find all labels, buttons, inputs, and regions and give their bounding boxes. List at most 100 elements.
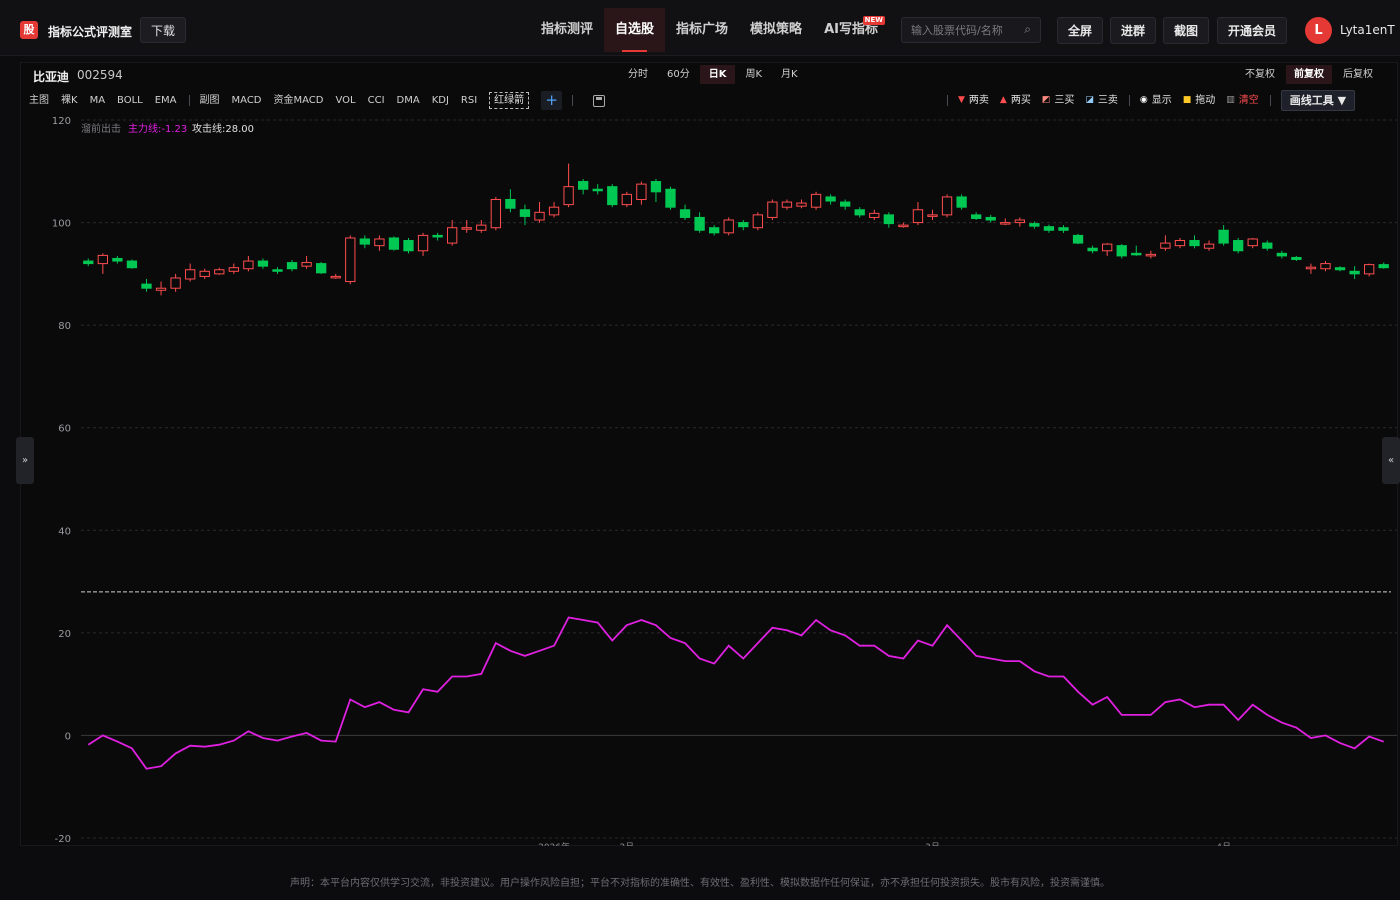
candle-body — [1189, 240, 1200, 247]
candle-body — [1072, 234, 1084, 244]
candle-body — [665, 188, 676, 208]
legend-tag: 溜前出击 — [81, 122, 121, 135]
x-tick-label: 2026年 — [538, 841, 570, 846]
two-sell-tool[interactable]: ▼ 两卖 — [958, 90, 989, 111]
drawing-tools-button[interactable]: 画线工具 ▼ — [1280, 90, 1356, 111]
expand-left-button[interactable]: » — [16, 437, 34, 484]
indicator-main-chart[interactable]: 主图 — [29, 91, 49, 110]
nav-item-indicator-square[interactable]: 指标广场 — [665, 8, 739, 52]
indicator-sub-chart[interactable]: 副图 — [200, 91, 220, 110]
show-toggle[interactable]: ◉ 显示 — [1140, 90, 1172, 111]
nav-item-watchlist[interactable]: 自选股 — [604, 8, 666, 52]
period-60min[interactable]: 60分 — [658, 65, 699, 84]
adjust-backward[interactable]: 后复权 — [1335, 65, 1381, 84]
indicator-dma[interactable]: DMA — [397, 91, 420, 110]
candle-body — [1364, 264, 1375, 275]
indicator-ema[interactable]: EMA — [155, 91, 177, 110]
candle-body — [607, 186, 618, 206]
indicator-boll[interactable]: BOLL — [117, 91, 143, 110]
candle-body — [1058, 227, 1069, 231]
indicator-red-green-arrow[interactable]: 红绿箭 — [489, 92, 530, 109]
two-buy-tool[interactable]: ▲ 两买 — [1000, 90, 1031, 111]
main-force-line — [87, 616, 1385, 770]
save-icon[interactable] — [593, 94, 606, 107]
candle-body — [1014, 219, 1025, 224]
candle-body — [1174, 240, 1186, 247]
y-tick-label: 80 — [58, 321, 71, 332]
clear-button[interactable]: ▥ 清空 — [1226, 90, 1259, 111]
fullscreen-button[interactable]: 全屏 — [1057, 17, 1104, 44]
candle-body — [971, 214, 982, 219]
nav-item-ai-indicator[interactable]: AI写指标 NEW — [813, 8, 889, 52]
indicator-naked-k[interactable]: 裸K — [61, 91, 78, 110]
candle-body — [447, 227, 458, 244]
period-weekly[interactable]: 周K — [736, 65, 771, 84]
period-intraday[interactable]: 分时 — [619, 65, 657, 84]
candle-body — [170, 277, 181, 289]
search-icon[interactable]: ⌕ — [1024, 22, 1031, 37]
divider — [572, 95, 574, 106]
candle-body — [1334, 267, 1346, 271]
nav-item-simulated-strategy[interactable]: 模拟策略 — [739, 8, 813, 52]
indicator-fund-macd[interactable]: 资金MACD — [274, 91, 324, 110]
candle-body — [781, 201, 793, 208]
divider — [188, 95, 190, 106]
app-logo: 股 — [20, 21, 38, 39]
adjust-forward[interactable]: 前复权 — [1286, 65, 1332, 84]
indicator-ma[interactable]: MA — [90, 91, 105, 110]
period-monthly[interactable]: 月K — [772, 65, 807, 84]
indicator-cci[interactable]: CCI — [368, 91, 385, 110]
candle-body — [1043, 226, 1055, 231]
indicator-rsi[interactable]: RSI — [461, 91, 477, 110]
candle-body — [330, 275, 341, 279]
indicator-bar: 主图 裸K MA BOLL EMA 副图 MACD 资金MACD VOL CCI… — [29, 91, 606, 110]
y-tick-label: 60 — [58, 424, 71, 435]
membership-button[interactable]: 开通会员 — [1217, 17, 1288, 44]
download-button[interactable]: 下载 — [140, 17, 187, 43]
candle-body — [490, 198, 501, 229]
candle-body — [505, 198, 516, 209]
stock-code: 002594 — [77, 68, 123, 82]
triangle-down-icon: ▼ — [958, 95, 965, 105]
candle-body — [476, 224, 487, 231]
candle-body — [83, 260, 94, 265]
indicator-macd[interactable]: MACD — [232, 91, 262, 110]
nav-item-indicator-review[interactable]: 指标测评 — [530, 8, 604, 52]
chart-legend: 溜前出击 主力线:-1.23 攻击线:28.00 — [81, 122, 254, 135]
three-sell-tool[interactable]: ◪ 三卖 — [1085, 90, 1118, 111]
drag-toggle[interactable]: ■ 拖动 — [1183, 90, 1216, 111]
candle-body — [854, 209, 865, 216]
period-daily[interactable]: 日K — [699, 65, 736, 84]
candle-body — [1029, 223, 1040, 227]
kline-chart[interactable]: 120 100 80 60 40 20 0 -20 2026年 2月 3月 4月 溜前出击 主力线:-… — [21, 113, 1397, 846]
y-tick-label: 20 — [58, 629, 71, 640]
x-tick-label: 4月 — [1216, 842, 1231, 846]
join-group-button[interactable]: 进群 — [1110, 17, 1157, 44]
divider — [947, 95, 948, 106]
candlestick-series — [83, 163, 1389, 296]
indicator-vol[interactable]: VOL — [336, 91, 356, 110]
candle-body — [825, 196, 836, 202]
candle-body — [1247, 238, 1258, 247]
trash-icon: ▥ — [1226, 95, 1235, 105]
username[interactable]: Lyta1enT — [1340, 23, 1395, 37]
avatar[interactable]: L — [1305, 17, 1332, 44]
candle-body — [956, 196, 967, 208]
legend-main-line: 主力线:-1.23 — [128, 122, 187, 135]
candle-body — [578, 181, 589, 190]
three-buy-tool[interactable]: ◩ 三买 — [1042, 90, 1075, 111]
candle-body — [228, 267, 239, 272]
candle-body — [345, 237, 356, 283]
add-indicator-button[interactable]: + — [541, 91, 563, 110]
indicator-kdj[interactable]: KDJ — [432, 91, 449, 110]
screenshot-button[interactable]: 截图 — [1163, 17, 1210, 44]
candle-body — [126, 260, 138, 269]
axis-labels: 120 100 80 60 40 20 0 -20 2026年 2月 3月 4月 — [52, 116, 1231, 846]
candle-body — [199, 270, 210, 277]
candle-body — [403, 240, 414, 252]
stock-search-input[interactable] — [902, 18, 1018, 42]
candle-body — [738, 222, 749, 228]
adjust-none[interactable]: 不复权 — [1237, 65, 1283, 84]
expand-right-button[interactable]: « — [1382, 437, 1400, 484]
candle-body — [592, 188, 603, 192]
